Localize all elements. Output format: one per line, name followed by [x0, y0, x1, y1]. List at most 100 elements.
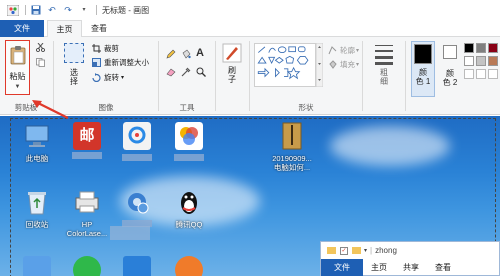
- zip-file-icon: [282, 122, 302, 150]
- undo-icon[interactable]: ↶: [47, 5, 57, 15]
- tools-group: A 工具: [159, 37, 215, 115]
- redo-icon[interactable]: ↷: [63, 5, 73, 15]
- palette-swatch[interactable]: [476, 69, 486, 79]
- palette-swatch[interactable]: [488, 43, 498, 53]
- desktop-icon-label: 回收站: [25, 220, 49, 229]
- fill-label: 填充: [340, 60, 355, 69]
- color-2-label: 颜 色 2: [442, 69, 458, 87]
- text-icon[interactable]: A: [196, 47, 204, 59]
- fill-icon: [329, 60, 337, 69]
- color-1-button[interactable]: 颜 色 1: [411, 41, 435, 97]
- cloud-app-icon: [123, 122, 151, 150]
- select-label: 选 择: [70, 68, 78, 86]
- cut-icon[interactable]: [36, 43, 45, 52]
- desktop-icon-cloud-app[interactable]: [114, 122, 160, 163]
- brushes-label: 刷 子: [228, 66, 236, 84]
- resize-button[interactable]: 重新调整大小: [92, 57, 149, 68]
- desktop-icon-document[interactable]: 20190909... 电脑如何...: [262, 122, 322, 172]
- tab-file[interactable]: 文件: [0, 20, 44, 37]
- title-separator-2: [96, 5, 97, 15]
- tab-view[interactable]: 查看: [84, 20, 114, 37]
- color-2-swatch: [443, 45, 457, 59]
- tab-home[interactable]: 主页: [47, 20, 82, 38]
- chevron-down-icon[interactable]: ▾: [364, 247, 367, 254]
- shapes-gallery-icon[interactable]: [254, 43, 316, 87]
- gallery-scroll-icon[interactable]: [316, 43, 323, 87]
- palette-swatch[interactable]: [464, 69, 474, 79]
- size-button[interactable]: 粗 细: [371, 43, 397, 95]
- printer-icon: [75, 191, 99, 213]
- palette-swatch[interactable]: [488, 56, 498, 66]
- tools-group-label: 工具: [179, 103, 195, 112]
- desktop-icon-row3[interactable]: [114, 256, 160, 276]
- size-label: 粗 细: [380, 68, 388, 86]
- brushes-group: 刷 子: [216, 37, 248, 115]
- folder-icon: [352, 247, 361, 254]
- title-bar: ↶ ↷ ▾ 无标题 - 画图: [0, 0, 500, 20]
- window-title: 无标题 - 画图: [102, 5, 150, 15]
- explorer-tab-share[interactable]: 共享: [395, 259, 427, 276]
- color-palette: [464, 43, 500, 79]
- customize-quick-access-icon[interactable]: ▾: [79, 5, 89, 15]
- outline-button[interactable]: 轮廓 ▾: [328, 45, 359, 56]
- properties-icon[interactable]: ✓: [340, 246, 348, 255]
- desktop-icon-photos[interactable]: [166, 122, 212, 163]
- desktop-icon-settings[interactable]: [114, 188, 160, 229]
- palette-swatch[interactable]: [476, 43, 486, 53]
- photos-app-icon: [175, 122, 203, 150]
- palette-swatch[interactable]: [476, 56, 486, 66]
- brushes-button[interactable]: 刷 子: [220, 43, 244, 95]
- pencil-icon[interactable]: [166, 49, 176, 59]
- rotate-button[interactable]: 旋转 ▾: [92, 72, 124, 83]
- palette-swatch[interactable]: [464, 43, 474, 53]
- brush-icon: [222, 43, 242, 63]
- copy-icon[interactable]: [36, 58, 45, 67]
- fill-button[interactable]: 填充 ▾: [328, 59, 359, 70]
- folder-icon: [327, 247, 336, 254]
- select-button[interactable]: 选 择: [62, 42, 86, 94]
- explorer-tab-view[interactable]: 查看: [427, 259, 459, 276]
- chevron-down-icon: ▼: [14, 84, 21, 90]
- color-picker-icon[interactable]: [181, 67, 191, 77]
- desktop-icon-mail[interactable]: 邮: [64, 122, 110, 161]
- desktop-icon-recycle-bin[interactable]: 回收站: [14, 188, 60, 229]
- colors-group: 颜 色 1 颜 色 2: [406, 37, 500, 115]
- select-icon: [64, 43, 84, 63]
- size-group: 粗 细: [363, 37, 405, 115]
- magnifier-icon[interactable]: [196, 67, 206, 77]
- chat-app-icon: [73, 256, 101, 276]
- color-2-button[interactable]: 颜 色 2: [439, 41, 461, 97]
- desktop-icon-row3[interactable]: [166, 256, 212, 276]
- desktop-icon-label: 20190909... 电脑如何...: [272, 154, 312, 172]
- mail-app-icon: 邮: [73, 122, 101, 150]
- explorer-title-bar: ✓ ▾ | zhong: [321, 242, 499, 259]
- save-icon[interactable]: [31, 5, 41, 15]
- explorer-tab-home[interactable]: 主页: [363, 259, 395, 276]
- gear-icon: [128, 193, 149, 214]
- fill-bucket-icon[interactable]: [181, 49, 191, 59]
- app-icon: [23, 256, 51, 276]
- color-1-swatch: [414, 44, 432, 64]
- explorer-ribbon-tabs: 文件 主页 共享 查看: [321, 259, 499, 276]
- palette-swatch[interactable]: [464, 56, 474, 66]
- desktop-icon-label: 此电脑: [25, 154, 49, 163]
- desktop-icon-qq[interactable]: 腾讯QQ: [166, 188, 212, 229]
- desktop-icon-printer[interactable]: HP ColorLase...: [62, 188, 112, 238]
- explorer-path-label: zhong: [375, 246, 397, 255]
- paste-button[interactable]: 粘贴 ▼: [5, 40, 30, 95]
- color-1-label: 颜 色 1: [415, 68, 431, 86]
- paste-label: 粘贴: [9, 72, 26, 81]
- explorer-tab-file[interactable]: 文件: [321, 259, 363, 276]
- eraser-icon[interactable]: [166, 67, 176, 77]
- desktop-icon-this-pc[interactable]: 此电脑: [14, 122, 60, 163]
- palette-swatch[interactable]: [488, 69, 498, 79]
- chevron-down-icon: ▾: [121, 75, 125, 81]
- title-separator: [25, 5, 26, 15]
- desktop-icon-row3[interactable]: [64, 256, 110, 276]
- desktop-icon-row3[interactable]: [14, 256, 60, 276]
- title-divider: |: [370, 246, 373, 255]
- crop-label: 裁剪: [104, 44, 119, 53]
- outline-label: 轮廓: [340, 46, 355, 55]
- blurred-label: [110, 226, 150, 240]
- crop-button[interactable]: 裁剪: [92, 43, 119, 54]
